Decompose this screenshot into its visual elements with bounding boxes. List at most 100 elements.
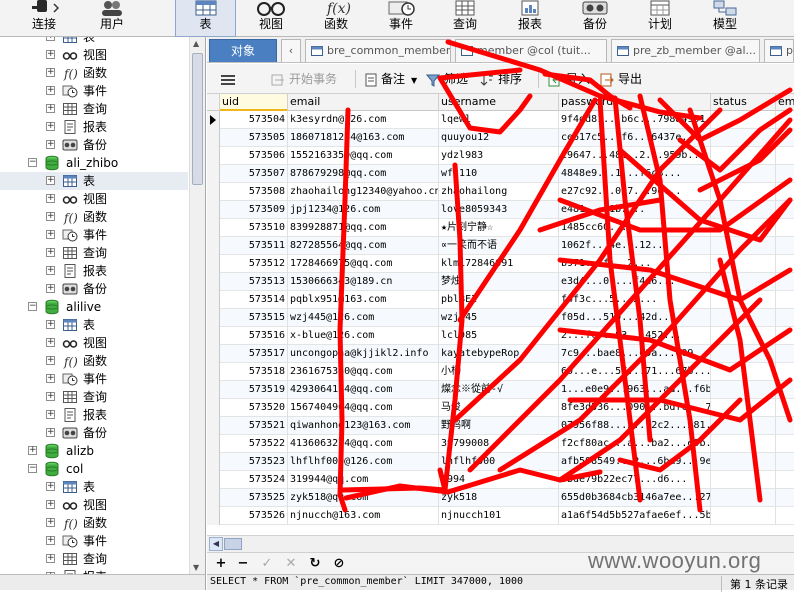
expand-icon[interactable]: + [46,122,55,131]
collapse-icon[interactable]: − [28,464,37,473]
cell-email-status[interactable]: 0 [776,453,794,471]
tree-item-backup[interactable]: + 备份 [0,136,188,154]
row-selector[interactable] [207,381,220,399]
table-row[interactable]: 573506 1552163359@qq.com ydzl983 29647...48… [207,147,794,165]
cell-password[interactable]: f05d...510...42d... [559,309,711,327]
tree-item-clock[interactable]: + 事件 [0,370,188,388]
cell-uid[interactable]: 573508 [220,183,288,201]
tree-item-function[interactable]: + f() 函数 [0,514,188,532]
cell-email-status[interactable]: 0 [776,345,794,363]
cell-username[interactable]: wft110 [439,165,559,183]
cell-email[interactable]: 1530666343@189.cn [288,273,439,291]
cell-password[interactable]: 4848e9...1...f6c8... [559,165,711,183]
cell-uid[interactable]: 573506 [220,147,288,165]
expand-icon[interactable]: + [46,392,55,401]
cell-username[interactable]: njnucch101 [439,507,559,525]
cell-email[interactable]: 4136063274@qq.com [288,435,439,453]
import-button[interactable]: 导入 [548,71,590,87]
cell-email[interactable]: uncongopha@kjjikl2.info [288,345,439,363]
cell-username[interactable]: 马俊 [439,399,559,417]
column-header-username[interactable]: username [439,94,559,111]
cell-password[interactable]: 1062f...4e...12... [559,237,711,255]
table-button[interactable]: 表 [175,0,236,37]
cell-email-status[interactable]: 0 [776,381,794,399]
table-row[interactable]: 573517 uncongopha@kjjikl2.info kayatebypeR… [207,345,794,363]
cell-uid[interactable]: 573507 [220,165,288,183]
cell-uid[interactable]: 573523 [220,453,288,471]
row-selector[interactable] [207,399,220,417]
tab-table-2[interactable]: member @col (tuit... [455,39,607,62]
sort-button[interactable]: 排序 [480,71,522,87]
expand-icon[interactable]: + [46,176,55,185]
cell-username[interactable]: lcl985 [439,327,559,345]
cell-username[interactable]: wzj445 [439,309,559,327]
tree-item-table[interactable]: +表 [0,478,188,496]
collapse-icon[interactable]: − [28,302,37,311]
cell-status[interactable] [711,147,776,165]
cell-email[interactable]: wzj445@126.com [288,309,439,327]
cell-uid[interactable]: 573520 [220,399,288,417]
cell-uid[interactable]: 573511 [220,237,288,255]
model-button[interactable]: 模型 [697,0,753,37]
row-selector[interactable] [207,363,220,381]
cell-password[interactable]: 1485cc60... [559,219,711,237]
cell-email-status[interactable]: 0 [776,399,794,417]
discard-changes-button[interactable]: ✕ [283,556,299,572]
expand-icon[interactable]: + [46,230,55,239]
row-selector[interactable] [207,255,220,273]
tree-item-glasses[interactable]: + 视图 [0,496,188,514]
cell-password[interactable]: 655d0b3684cb3146a7ee...279... [559,489,711,507]
cell-password[interactable]: 07956f88...5...2c2...281... [559,417,711,435]
cell-username[interactable]: klm172846691 [439,255,559,273]
tree-database-alilive[interactable]: − alilive [0,298,188,316]
cell-email[interactable]: 1552163359@qq.com [288,147,439,165]
scroll-up-icon[interactable]: ▲ [193,39,199,48]
cell-email[interactable]: x-blue@126.com [288,327,439,345]
table-row[interactable]: 573509 jpj1234@126.com love8059343 e481...1… [207,201,794,219]
cell-username[interactable]: pblBEI [439,291,559,309]
cell-email[interactable]: njnucch@163.com [288,507,439,525]
cell-email-status[interactable]: 0 [776,111,794,129]
cell-status[interactable] [711,363,776,381]
tree-item-glasses[interactable]: + 视图 [0,190,188,208]
table-row[interactable]: 573510839928871@qq.com★片刻宁静☆1485cc60... 0 [207,219,794,237]
expand-icon[interactable]: + [46,50,55,59]
cell-username[interactable]: ∝一笑而不语 [439,237,559,255]
tree-database-alizb[interactable]: + alizb [0,442,188,460]
expand-icon[interactable]: + [46,248,55,257]
apply-changes-button[interactable]: ✓ [259,556,275,572]
cell-email[interactable]: 319944@qq.com [288,471,439,489]
row-selector[interactable] [207,219,220,237]
column-header-email-status[interactable]: ema [776,94,794,111]
column-header-password[interactable]: password [559,94,711,111]
cell-status[interactable] [711,507,776,525]
tree-database-col[interactable]: − col [0,460,188,478]
cell-status[interactable] [711,183,776,201]
cell-email[interactable]: k3esyrdn@126.com [288,111,439,129]
row-selector[interactable] [207,183,220,201]
row-selector[interactable] [207,489,220,507]
cell-uid[interactable]: 573519 [220,381,288,399]
schedule-button[interactable]: 计划 [632,0,688,37]
cell-email-status[interactable]: 0 [776,183,794,201]
tree-item-grid[interactable]: + 查询 [0,100,188,118]
cell-password[interactable]: 1...e0e9...963...ad...f6b... [559,381,711,399]
tab-table-3[interactable]: pre_zb_member @al... [611,39,760,62]
expand-icon[interactable]: + [46,338,55,347]
cell-email-status[interactable]: 0 [776,219,794,237]
cell-email-status[interactable]: 0 [776,489,794,507]
cell-status[interactable] [711,111,776,129]
cell-username[interactable]: ydzl983 [439,147,559,165]
tab-scroll-left[interactable]: ‹ [281,39,301,62]
tree-item-report[interactable]: + 报表 [0,118,188,136]
table-row[interactable]: 573521 qiwanhong123@163.com 野鸡啊 07956f88...… [207,417,794,435]
cell-username[interactable]: lhflhf000 [439,453,559,471]
table-row[interactable]: 573507 878679298@qq.com wft110 4848e9...1..… [207,165,794,183]
cell-uid[interactable]: 573516 [220,327,288,345]
cell-email-status[interactable]: 0 [776,147,794,165]
cell-email-status[interactable]: 0 [776,201,794,219]
row-selector[interactable] [207,291,220,309]
cell-email-status[interactable]: 0 [776,417,794,435]
tree-item-backup[interactable]: + 备份 [0,424,188,442]
export-button[interactable]: 导出 [600,71,642,87]
